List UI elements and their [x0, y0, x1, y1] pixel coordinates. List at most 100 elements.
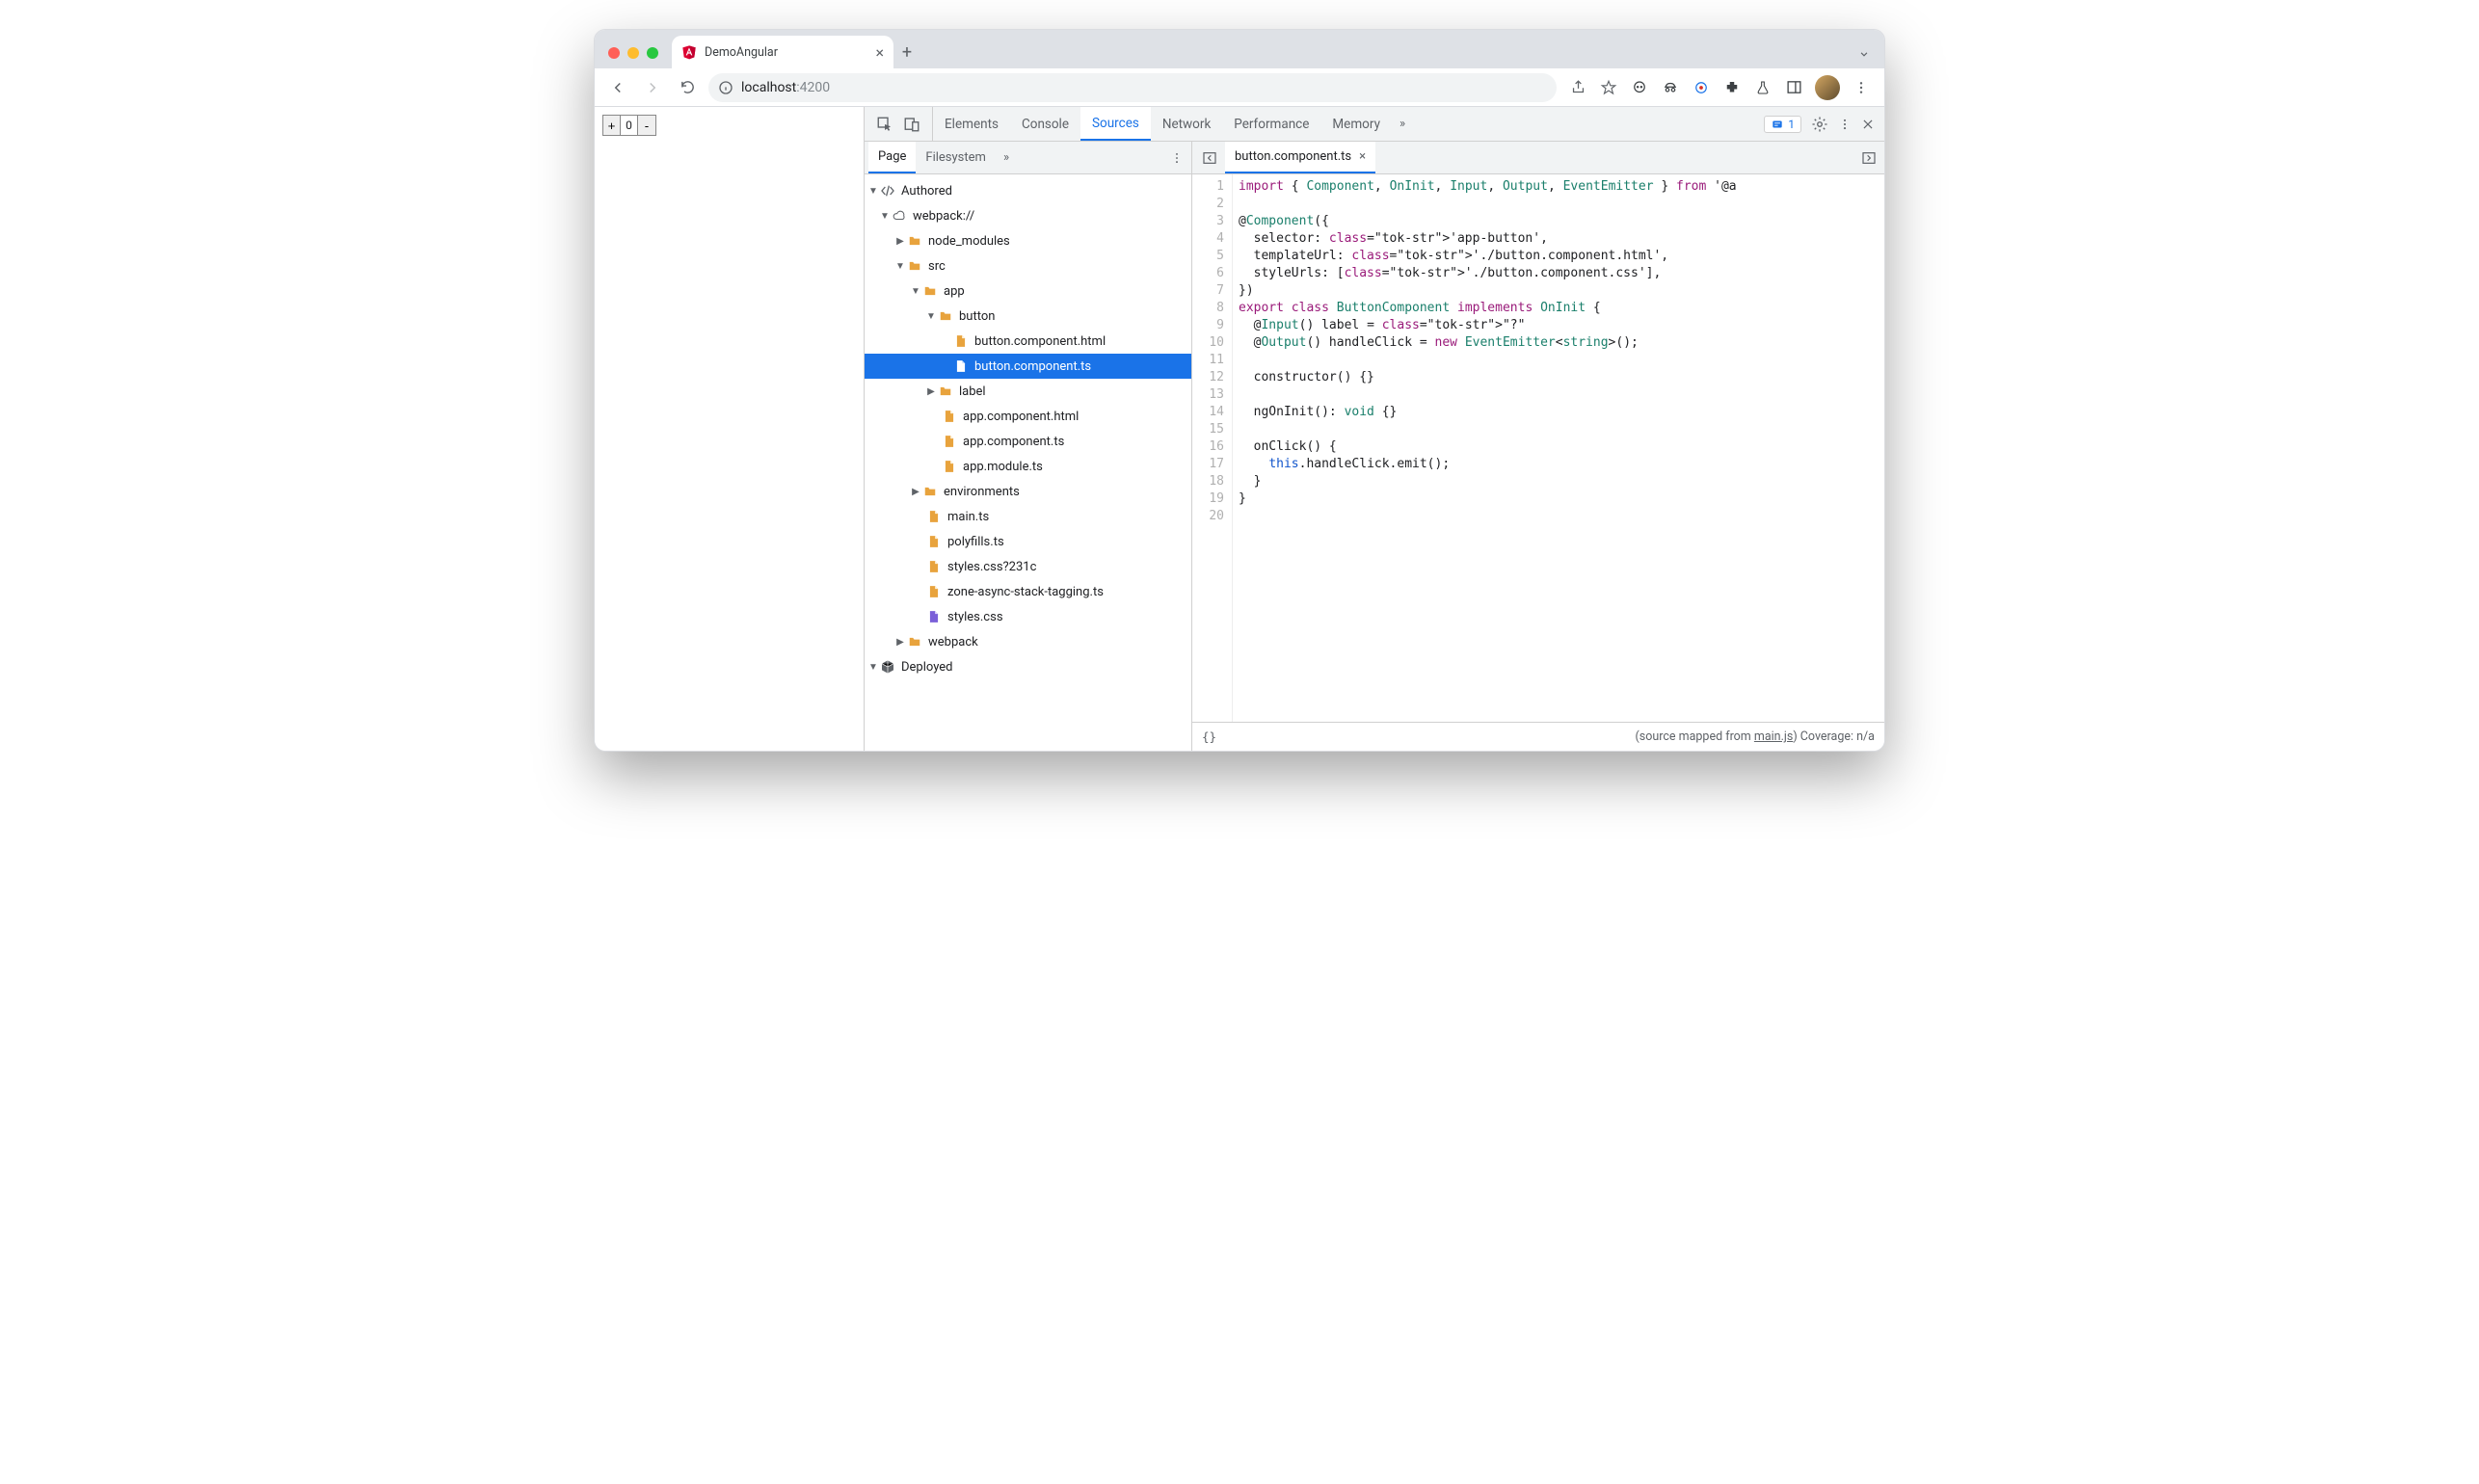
tab-strip: DemoAngular × + — [595, 30, 1884, 68]
close-devtools-icon[interactable] — [1861, 118, 1875, 131]
nav-kebab-icon[interactable] — [1170, 150, 1184, 166]
tree-authored[interactable]: ▼Authored — [865, 178, 1191, 203]
tree-label-dir[interactable]: ▶label — [865, 379, 1191, 404]
file-icon — [926, 609, 942, 624]
tree-app-module[interactable]: app.module.ts — [865, 454, 1191, 479]
tab-performance[interactable]: Performance — [1222, 107, 1320, 141]
tree-button-dir[interactable]: ▼button — [865, 304, 1191, 329]
editor-tab[interactable]: button.component.ts × — [1225, 142, 1375, 173]
tree-src[interactable]: ▼src — [865, 253, 1191, 278]
tree-app-html[interactable]: app.component.html — [865, 404, 1191, 429]
tab-sources[interactable]: Sources — [1080, 107, 1151, 141]
tree-app[interactable]: ▼app — [865, 278, 1191, 304]
pretty-print-button[interactable]: {} — [1202, 729, 1216, 744]
issues-count: 1 — [1788, 118, 1795, 131]
coverage-value: n/a — [1856, 729, 1875, 744]
devtools-body: Page Filesystem » ▼Authored ▼webpack:// … — [865, 142, 1884, 751]
code-content[interactable]: import { Component, OnInit, Input, Outpu… — [1233, 174, 1884, 722]
inspect-element-icon[interactable] — [876, 116, 893, 133]
tab-title: DemoAngular — [705, 45, 867, 60]
toggle-navigator-icon[interactable] — [1198, 146, 1221, 170]
folder-icon — [938, 308, 953, 324]
settings-gear-icon[interactable] — [1811, 116, 1828, 133]
tree-zone[interactable]: zone-async-stack-tagging.ts — [865, 579, 1191, 604]
site-info-icon[interactable] — [718, 80, 733, 95]
file-icon — [953, 358, 969, 374]
extension-incognito-icon[interactable] — [1661, 78, 1680, 97]
tab-network[interactable]: Network — [1151, 107, 1222, 141]
tree-node-modules[interactable]: ▶node_modules — [865, 228, 1191, 253]
nav-more-icon[interactable]: » — [996, 150, 1017, 165]
content-area: + 0 - Elements Console Sources Network P… — [595, 107, 1884, 751]
tab-console[interactable]: Console — [1010, 107, 1080, 141]
angular-favicon-icon — [681, 44, 697, 60]
devtools-menu-icon[interactable] — [1838, 117, 1852, 132]
folder-icon — [922, 283, 938, 299]
file-icon — [942, 409, 957, 424]
devtools-panel: Elements Console Sources Network Perform… — [865, 107, 1884, 751]
browser-menu-icon[interactable] — [1852, 78, 1871, 97]
folder-icon — [907, 634, 922, 649]
share-icon[interactable] — [1568, 78, 1587, 97]
side-panel-icon[interactable] — [1784, 78, 1803, 97]
folder-icon — [938, 384, 953, 399]
editor-status-bar: {} (source mapped from main.js) Coverage… — [1192, 722, 1884, 751]
tree-webpack-dir[interactable]: ▶webpack — [865, 629, 1191, 654]
editor-tab-label: button.component.ts — [1235, 149, 1351, 164]
tree-button-ts[interactable]: button.component.ts — [865, 354, 1191, 379]
tree-polyfills[interactable]: polyfills.ts — [865, 529, 1191, 554]
code-editor[interactable]: 1234567891011121314151617181920 import {… — [1192, 174, 1884, 722]
reload-button[interactable] — [674, 74, 701, 101]
omnibox[interactable]: localhost:4200 — [708, 73, 1557, 102]
tab-elements[interactable]: Elements — [933, 107, 1010, 141]
close-window-icon[interactable] — [608, 47, 620, 59]
tree-app-ts[interactable]: app.component.ts — [865, 429, 1191, 454]
tree-webpack-scheme[interactable]: ▼webpack:// — [865, 203, 1191, 228]
close-tab-icon[interactable]: × — [875, 43, 884, 62]
cloud-icon — [892, 208, 907, 224]
back-button[interactable] — [604, 74, 631, 101]
tree-main-ts[interactable]: main.ts — [865, 504, 1191, 529]
tab-list-chevron-icon[interactable] — [1857, 47, 1871, 61]
tab-memory[interactable]: Memory — [1320, 107, 1392, 141]
issues-button[interactable]: 1 — [1764, 116, 1801, 133]
labs-flask-icon[interactable] — [1753, 78, 1773, 97]
file-icon — [942, 434, 957, 449]
tree-environments[interactable]: ▶environments — [865, 479, 1191, 504]
tree-styles-css[interactable]: styles.css — [865, 604, 1191, 629]
new-tab-button[interactable]: + — [893, 42, 920, 68]
status-text: (source mapped from main.js) Coverage: n… — [1636, 729, 1876, 744]
extension-target-icon[interactable] — [1692, 78, 1711, 97]
more-tabs-icon[interactable]: » — [1392, 117, 1413, 131]
close-editor-tab-icon[interactable]: × — [1359, 149, 1366, 164]
decrement-button[interactable]: - — [638, 116, 655, 135]
browser-tab[interactable]: DemoAngular × — [672, 36, 893, 68]
url-text: localhost:4200 — [741, 80, 830, 95]
profile-avatar[interactable] — [1815, 75, 1840, 100]
nav-tab-page[interactable]: Page — [868, 142, 916, 173]
extensions-puzzle-icon[interactable] — [1722, 78, 1742, 97]
folder-icon — [907, 233, 922, 249]
file-icon — [953, 333, 969, 349]
devtools-tab-strip: Elements Console Sources Network Perform… — [865, 107, 1884, 142]
counter-widget: + 0 - — [602, 115, 656, 136]
toolbar-icons — [1564, 75, 1875, 100]
device-toggle-icon[interactable] — [903, 116, 920, 133]
tree-button-html[interactable]: button.component.html — [865, 329, 1191, 354]
file-icon — [926, 584, 942, 599]
bookmark-star-icon[interactable] — [1599, 78, 1618, 97]
address-bar: localhost:4200 — [595, 68, 1884, 107]
tree-styles-q[interactable]: styles.css?231c — [865, 554, 1191, 579]
increment-button[interactable]: + — [603, 116, 621, 135]
maximize-window-icon[interactable] — [647, 47, 658, 59]
browser-window: DemoAngular × + localhost:4200 — [594, 29, 1885, 752]
file-tree[interactable]: ▼Authored ▼webpack:// ▶node_modules ▼src… — [865, 174, 1191, 751]
toggle-debugger-icon[interactable] — [1861, 150, 1877, 166]
source-map-link[interactable]: main.js — [1754, 729, 1793, 744]
tree-deployed[interactable]: ▼Deployed — [865, 654, 1191, 679]
minimize-window-icon[interactable] — [627, 47, 639, 59]
extension-skull-icon[interactable] — [1630, 78, 1649, 97]
nav-tab-filesystem[interactable]: Filesystem — [916, 142, 996, 173]
forward-button[interactable] — [639, 74, 666, 101]
sources-navigator: Page Filesystem » ▼Authored ▼webpack:// … — [865, 142, 1192, 751]
